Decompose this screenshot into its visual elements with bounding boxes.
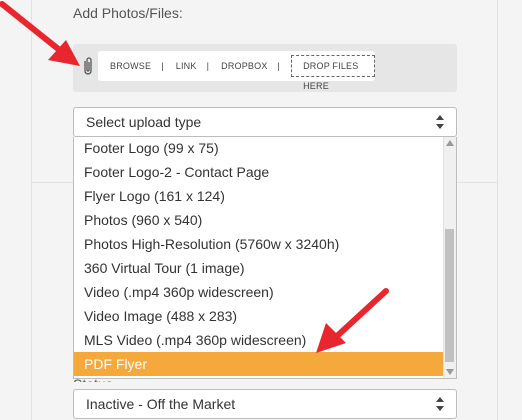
option-flyer-logo[interactable]: Flyer Logo (161 x 124)	[74, 184, 444, 208]
link-link[interactable]: LINK	[164, 61, 197, 71]
option-mls-video[interactable]: MLS Video (.mp4 360p widescreen)	[74, 328, 444, 352]
up-down-arrows-icon	[436, 115, 444, 129]
drop-files-target[interactable]: DROP FILES HERE	[291, 55, 375, 91]
separator: |	[161, 61, 164, 71]
upload-type-dropdown[interactable]: Footer Logo (99 x 75) Footer Logo-2 - Co…	[73, 137, 457, 379]
scrollbar-thumb[interactable]	[445, 229, 454, 362]
dropbox-link[interactable]: DROPBOX	[209, 61, 267, 71]
option-photos[interactable]: Photos (960 x 540)	[74, 208, 444, 232]
scroll-up-icon[interactable]	[446, 140, 454, 146]
option-footer-logo-2[interactable]: Footer Logo-2 - Contact Page	[74, 160, 444, 184]
separator: |	[206, 61, 210, 71]
option-pdf-flyer[interactable]: PDF Flyer	[74, 352, 444, 376]
panel-border-left	[31, 0, 32, 420]
status-label: Status	[73, 376, 113, 382]
dropdown-scrollbar[interactable]	[443, 137, 456, 378]
status-value: Inactive - Off the Market	[86, 396, 236, 412]
upload-type-select[interactable]: Select upload type	[73, 107, 457, 137]
upload-options-bar: BROWSE | LINK | DROPBOX | DROP FILES HER…	[98, 51, 375, 91]
separator: |	[277, 61, 281, 71]
status-select[interactable]: Inactive - Off the Market	[73, 389, 457, 419]
option-video-image[interactable]: Video Image (488 x 283)	[74, 304, 444, 328]
option-video[interactable]: Video (.mp4 360p widescreen)	[74, 280, 444, 304]
add-photos-label: Add Photos/Files:	[73, 5, 183, 21]
paperclip-icon[interactable]	[81, 55, 95, 77]
panel-border-right	[497, 0, 498, 420]
option-360-tour[interactable]: 360 Virtual Tour (1 image)	[74, 256, 444, 280]
browse-link[interactable]: BROWSE	[98, 61, 151, 71]
option-photos-high-res[interactable]: Photos High-Resolution (5760w x 3240h)	[74, 232, 444, 256]
up-down-arrows-icon	[436, 397, 444, 411]
scroll-down-icon[interactable]	[446, 369, 454, 375]
option-footer-logo[interactable]: Footer Logo (99 x 75)	[74, 137, 444, 160]
upload-type-value: Select upload type	[86, 114, 202, 130]
